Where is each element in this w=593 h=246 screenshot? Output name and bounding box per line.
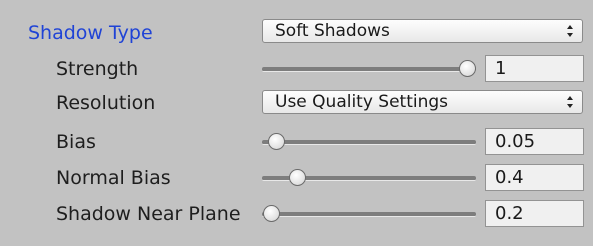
bias-slider-track[interactable] (262, 140, 476, 145)
strength-slider-thumb[interactable] (459, 60, 476, 77)
strength-slider-track[interactable] (262, 67, 476, 72)
normal-bias-slider[interactable] (262, 168, 476, 188)
normal-bias-label[interactable]: Normal Bias (56, 166, 171, 190)
resolution-dropdown[interactable]: Use Quality Settings (262, 90, 583, 114)
bias-slider[interactable] (262, 132, 476, 152)
bias-label[interactable]: Bias (56, 130, 96, 154)
shadow-type-row: Shadow Type Soft Shadows (0, 17, 593, 51)
up-down-arrow-icon (567, 24, 573, 38)
strength-label[interactable]: Strength (56, 57, 138, 81)
up-down-arrow-icon (567, 95, 573, 109)
strength-slider[interactable] (262, 59, 476, 79)
bias-field[interactable] (485, 128, 584, 155)
normal-bias-field[interactable] (485, 164, 584, 191)
shadow-type-dropdown[interactable]: Soft Shadows (262, 19, 583, 43)
bias-row: Bias (0, 126, 593, 160)
shadow-type-label[interactable]: Shadow Type (28, 21, 153, 45)
strength-field[interactable] (485, 55, 584, 82)
light-shadow-settings-panel: Shadow Type Soft Shadows Strength Resolu… (0, 0, 593, 246)
shadow-near-plane-slider[interactable] (262, 204, 476, 224)
normal-bias-row: Normal Bias (0, 162, 593, 196)
resolution-value: Use Quality Settings (275, 92, 449, 112)
shadow-near-plane-field[interactable] (485, 200, 584, 227)
shadow-near-plane-slider-track[interactable] (262, 212, 476, 217)
shadow-near-plane-slider-thumb[interactable] (263, 205, 280, 222)
shadow-type-value: Soft Shadows (275, 21, 390, 41)
bias-slider-thumb[interactable] (267, 133, 285, 150)
shadow-near-plane-row: Shadow Near Plane (0, 198, 593, 232)
shadow-near-plane-label[interactable]: Shadow Near Plane (56, 202, 266, 226)
resolution-label: Resolution (56, 92, 156, 114)
normal-bias-slider-thumb[interactable] (289, 169, 307, 186)
resolution-row: Resolution Use Quality Settings (0, 87, 593, 121)
strength-row: Strength (0, 53, 593, 87)
